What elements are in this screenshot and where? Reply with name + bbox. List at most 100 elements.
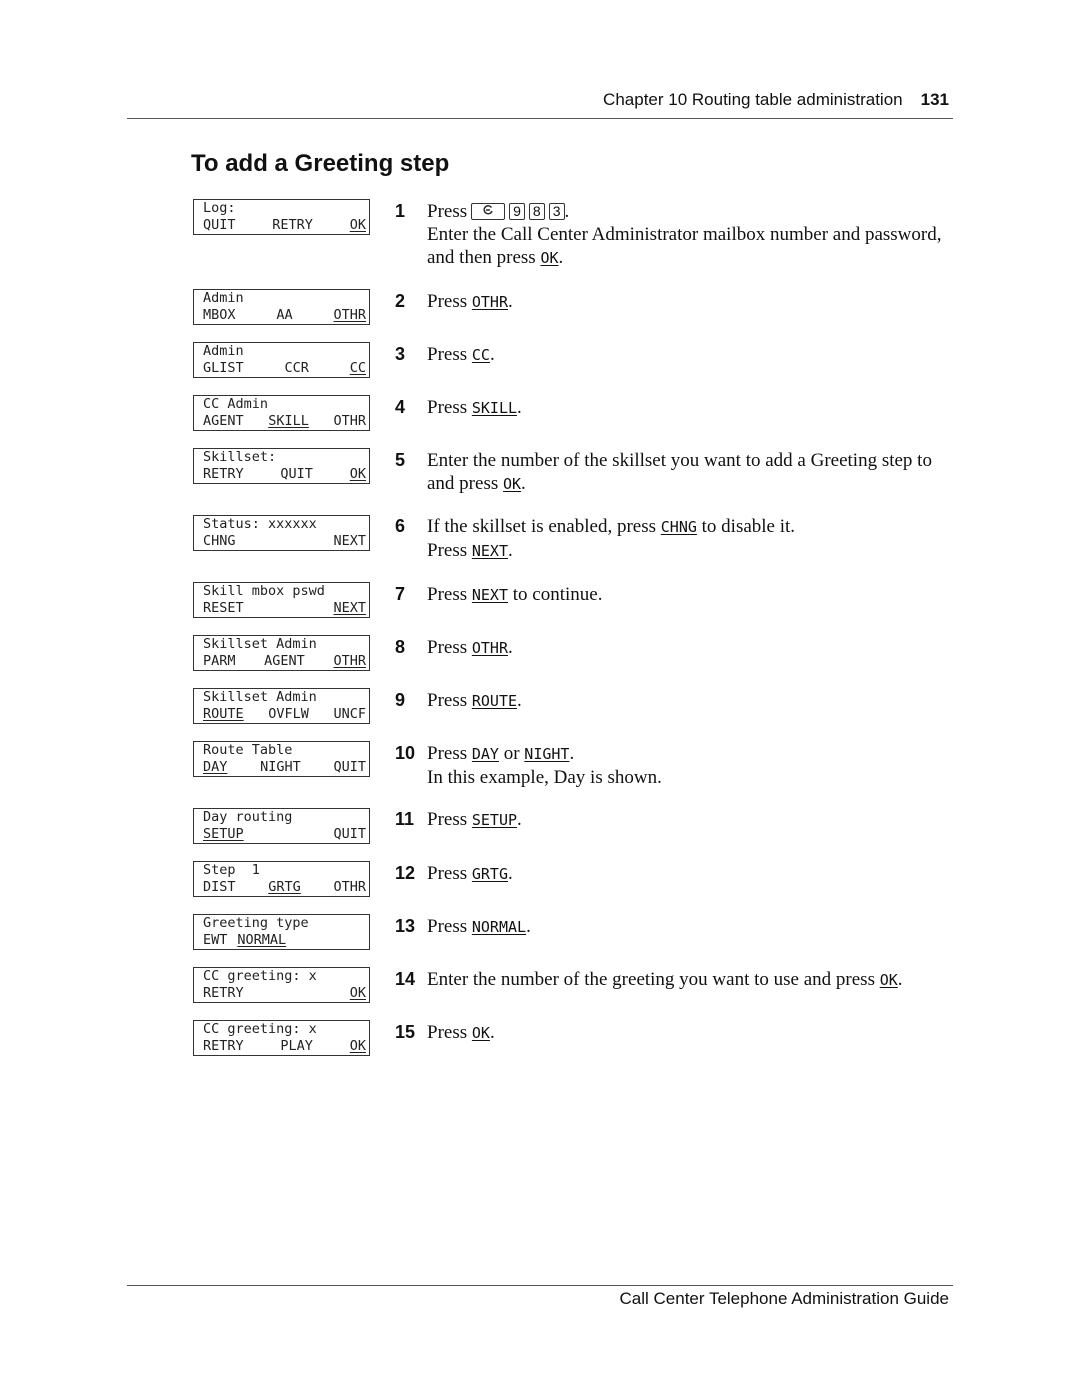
softkey-next[interactable]: NEXT xyxy=(333,533,366,550)
softkey-next[interactable]: NEXT xyxy=(333,600,366,617)
softkey-parm[interactable]: PARM xyxy=(203,653,236,670)
step-text-segment: Press xyxy=(427,809,472,830)
step-text-segment: Press xyxy=(427,1022,472,1043)
softkey-dist[interactable]: DIST xyxy=(203,879,236,896)
dial-key-8[interactable]: 8 xyxy=(528,203,545,220)
lcd-prompt: Skill mbox pswd xyxy=(203,583,325,599)
softkey-othr[interactable]: OTHR xyxy=(333,307,366,324)
softkey-route[interactable]: ROUTE xyxy=(203,706,244,723)
step-text-segment: . xyxy=(569,743,575,764)
lcd-display: CC Admin AGENT SKILL OTHR xyxy=(193,395,370,431)
lcd-display: Admin MBOX AA OTHR xyxy=(193,289,370,325)
softkey-retry[interactable]: RETRY xyxy=(272,217,313,234)
softkey-reference-othr: OTHR xyxy=(471,293,508,311)
step-text-segment: . xyxy=(517,690,522,711)
softkey-retry[interactable]: RETRY xyxy=(203,985,244,1002)
step-text: Press SKILL. xyxy=(427,396,955,420)
lcd-display: Status: xxxxxx CHNG NEXT xyxy=(193,515,370,551)
softkey-agent[interactable]: AGENT xyxy=(203,413,244,430)
softkey-quit[interactable]: QUIT xyxy=(280,466,313,483)
step-text: Press OK. xyxy=(427,1021,955,1045)
step-text-segment: Enter the number of the greeting you wan… xyxy=(427,969,880,990)
step-number: 2 xyxy=(395,291,406,311)
section-title: To add a Greeting step xyxy=(191,150,450,177)
softkey-reference-skill: SKILL xyxy=(471,399,518,417)
softkey-ok[interactable]: OK xyxy=(350,985,366,1002)
step-number: 5 xyxy=(395,450,406,470)
step-number: 14 xyxy=(395,969,416,989)
softkey-ccr[interactable]: CCR xyxy=(284,360,308,377)
softkey-aa[interactable]: AA xyxy=(276,307,292,324)
softkey-reference-chng: CHNG xyxy=(660,518,697,536)
step-text: Press OTHR. xyxy=(427,636,955,660)
step-text: Enter the number of the skillset you wan… xyxy=(427,449,955,496)
softkey-quit[interactable]: QUIT xyxy=(333,759,366,776)
step-text-segment: . xyxy=(489,1022,495,1043)
step-text: Press SETUP. xyxy=(427,808,955,832)
softkey-othr[interactable]: OTHR xyxy=(333,653,366,670)
softkey-othr[interactable]: OTHR xyxy=(333,413,366,430)
step-text-segment: . xyxy=(564,201,570,222)
step-number: 12 xyxy=(395,863,416,883)
softkey-reference-next: NEXT xyxy=(471,586,508,604)
step-text-segment: to continue. xyxy=(508,584,603,605)
softkey-normal[interactable]: NORMAL xyxy=(237,932,286,949)
softkey-retry[interactable]: RETRY xyxy=(203,1038,244,1055)
softkey-ok[interactable]: OK xyxy=(350,466,366,483)
feature-key-icon[interactable] xyxy=(471,203,506,220)
procedure-step: 9 Press ROUTE. xyxy=(395,689,955,713)
step-text-segment: . xyxy=(558,247,564,268)
step-text-segment: . xyxy=(517,809,522,830)
step-text-segment: If the skillset is enabled, press xyxy=(427,516,661,537)
softkey-cc[interactable]: CC xyxy=(350,360,366,377)
softkey-agent[interactable]: AGENT xyxy=(264,653,305,670)
procedure-step: 5 Enter the number of the skillset you wa… xyxy=(395,449,955,496)
step-text: Press 9 8 3. Enter the Call Center Administr… xyxy=(427,200,955,270)
step-number: 8 xyxy=(395,637,406,657)
softkey-othr[interactable]: OTHR xyxy=(333,879,366,896)
softkey-ovflw[interactable]: OVFLW xyxy=(268,706,309,723)
dial-key-3[interactable]: 3 xyxy=(548,203,565,220)
step-number: 7 xyxy=(395,584,406,604)
softkey-day[interactable]: DAY xyxy=(203,759,227,776)
softkey-reset[interactable]: RESET xyxy=(203,600,244,617)
lcd-softkey-row: SETUP QUIT xyxy=(203,826,366,843)
lcd-prompt: Route Table xyxy=(203,742,293,758)
softkey-mbox[interactable]: MBOX xyxy=(203,307,236,324)
running-header: Chapter 10 Routing table administration 1… xyxy=(603,90,949,110)
softkey-uncf[interactable]: UNCF xyxy=(333,706,366,723)
step-text-segment: Press xyxy=(427,201,468,222)
softkey-reference-cc: CC xyxy=(471,346,490,364)
lcd-softkey-row: RESET NEXT xyxy=(203,600,366,617)
procedure-step: 13 Press NORMAL. xyxy=(395,915,955,939)
softkey-ok[interactable]: OK xyxy=(350,1038,366,1055)
lcd-softkey-row: ROUTE OVFLW UNCF xyxy=(203,706,366,723)
dial-key-9[interactable]: 9 xyxy=(509,203,525,220)
softkey-quit[interactable]: QUIT xyxy=(333,826,366,843)
lcd-prompt: Step 1 xyxy=(203,862,260,878)
footer-divider xyxy=(127,1285,953,1286)
lcd-prompt: Admin xyxy=(203,343,244,359)
softkey-glist[interactable]: GLIST xyxy=(203,360,244,377)
step-text: Press OTHR. xyxy=(427,290,955,314)
softkey-retry[interactable]: RETRY xyxy=(203,466,244,483)
softkey-chng[interactable]: CHNG xyxy=(203,533,236,550)
softkey-reference-setup: SETUP xyxy=(471,811,518,829)
softkey-grtg[interactable]: GRTG xyxy=(268,879,301,896)
step-text-segment: Press xyxy=(427,291,472,312)
softkey-ok[interactable]: OK xyxy=(350,217,366,234)
step-text-segment: Press xyxy=(427,637,472,658)
lcd-prompt: Skillset: xyxy=(203,449,277,465)
softkey-night[interactable]: NIGHT xyxy=(260,759,301,776)
softkey-play[interactable]: PLAY xyxy=(280,1038,313,1055)
softkey-setup[interactable]: SETUP xyxy=(203,826,244,843)
softkey-skill[interactable]: SKILL xyxy=(268,413,309,430)
softkey-reference-normal: NORMAL xyxy=(471,918,527,936)
step-text-segment: . xyxy=(526,916,531,937)
step-text-segment: Press xyxy=(427,743,472,764)
lcd-prompt: CC greeting: x xyxy=(203,1021,317,1037)
softkey-ewt[interactable]: EWT xyxy=(203,932,227,949)
step-text-segment: . xyxy=(897,969,903,990)
softkey-quit[interactable]: QUIT xyxy=(203,217,236,234)
step-number: 6 xyxy=(395,516,406,536)
